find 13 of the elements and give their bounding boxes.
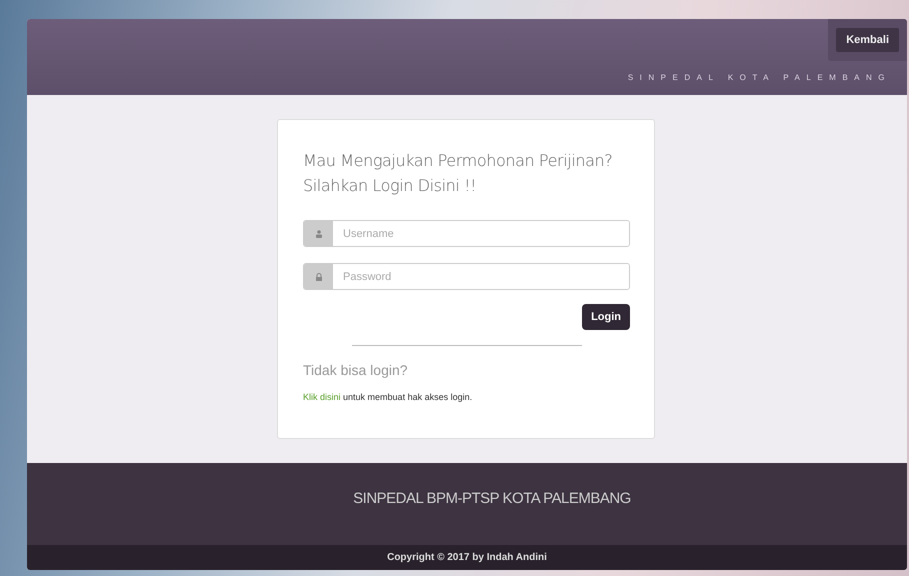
footer-title: SINPEDAL BPM-PTSP KOTA PALEMBANG bbox=[353, 490, 631, 506]
user-icon bbox=[314, 230, 322, 238]
login-heading: Silahkan Login Disini !! bbox=[303, 175, 478, 197]
copyright-text: Copyright © 2017 by Indah Andini bbox=[387, 552, 547, 563]
site-title: SINPEDAL KOTA PALEMBANG bbox=[628, 73, 891, 82]
input-field[interactable]: Password bbox=[303, 263, 630, 290]
login-button[interactable]: Login bbox=[582, 304, 630, 330]
input-field[interactable]: Username bbox=[303, 220, 630, 247]
lock-icon bbox=[314, 272, 322, 280]
back-button[interactable]: Kembali bbox=[836, 28, 899, 52]
help-heading: Tidak bisa login? bbox=[303, 362, 409, 378]
help-text: Klik disini untuk membuat hak akses login. bbox=[303, 392, 474, 402]
login-heading: Mau Mengajukan Permohonan Perijinan? bbox=[303, 150, 614, 172]
